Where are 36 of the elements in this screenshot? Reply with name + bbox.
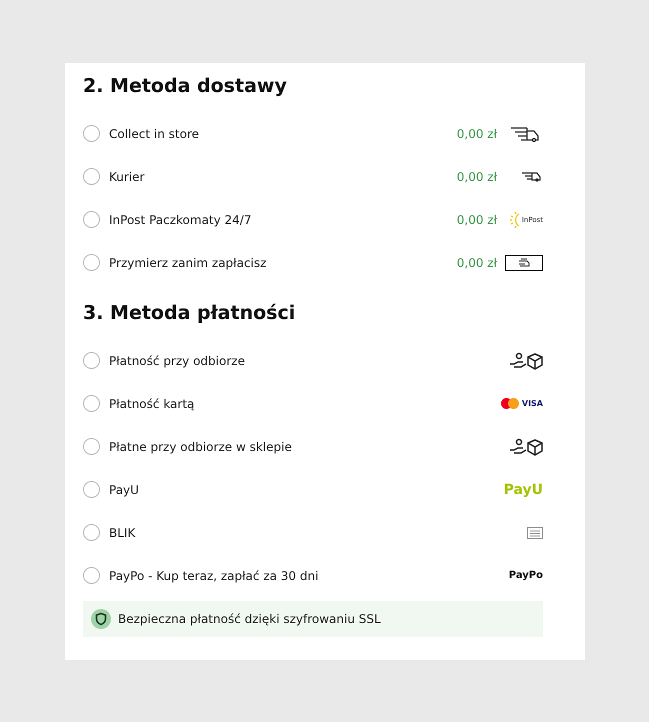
radio-button[interactable] xyxy=(83,352,100,369)
radio-button[interactable] xyxy=(83,567,100,584)
radio-button[interactable] xyxy=(83,211,100,228)
payu-logo: PayU xyxy=(504,482,543,498)
option-label: Kurier xyxy=(109,170,146,184)
option-label: Collect in store xyxy=(109,126,200,140)
option-label: PayU xyxy=(109,482,140,496)
option-label: Płatne przy odbiorze w sklepie xyxy=(109,440,293,454)
section-title: 3. Metoda płatności xyxy=(83,301,296,326)
radio-button[interactable] xyxy=(83,125,100,142)
hand-icon xyxy=(505,254,543,270)
radio-button[interactable] xyxy=(83,524,100,541)
option-price: 0,00 zł xyxy=(456,126,497,140)
hand-package-icon xyxy=(509,438,543,456)
truck-icon xyxy=(521,171,543,182)
paypo-logo: PayPo xyxy=(508,570,543,581)
option-label: Płatność kartą xyxy=(109,396,196,410)
option-price: 0,00 zł xyxy=(456,212,497,226)
hand-package-icon xyxy=(509,352,543,370)
option-price: 0,00 zł xyxy=(456,256,497,270)
keyboard-icon xyxy=(527,526,543,538)
option-label: Płatność przy odbiorze xyxy=(109,354,246,368)
option-label: BLIK xyxy=(109,526,136,540)
radio-button[interactable] xyxy=(83,395,100,412)
radio-button[interactable] xyxy=(83,168,100,185)
option-label: PayPo - Kup teraz, zapłać za 30 dni xyxy=(109,568,320,582)
section-title: 2. Metoda dostawy xyxy=(83,74,288,99)
option-price: 0,00 zł xyxy=(456,170,497,184)
security-note: Bezpieczna płatność dzięki szyfrowaniu SSL xyxy=(118,612,381,626)
radio-button[interactable] xyxy=(83,254,100,271)
radio-button[interactable] xyxy=(83,438,100,455)
option-label: Przymierz zanim zapłacisz xyxy=(109,256,268,270)
card-logos: VISA xyxy=(500,398,543,409)
radio-button[interactable] xyxy=(83,481,100,498)
shield-icon xyxy=(91,609,111,629)
option-label: InPost Paczkomaty 24/7 xyxy=(109,212,252,226)
